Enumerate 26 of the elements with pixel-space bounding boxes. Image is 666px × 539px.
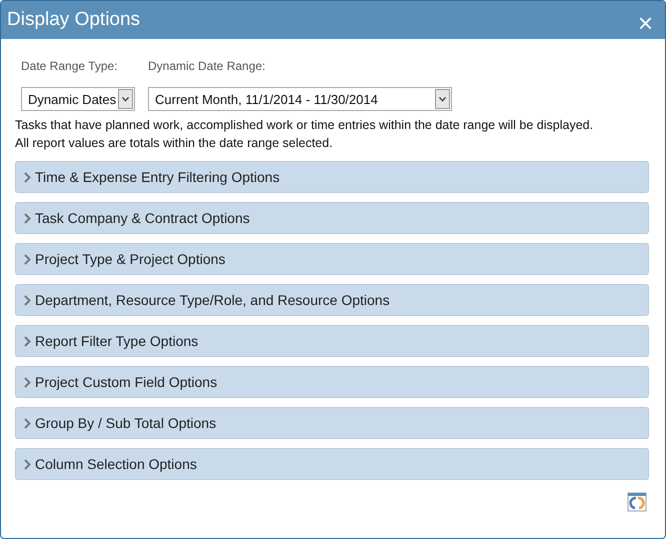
- accordion-header[interactable]: Time & Expense Entry Filtering Options: [15, 161, 649, 193]
- dropdown[interactable]: Current Month, 11/1/2014 - 11/30/2014: [148, 87, 452, 111]
- chevron-icon: [24, 254, 31, 264]
- chevron-icon: [24, 458, 31, 470]
- info-text: All report values are totals within the date range selected.: [15, 135, 334, 152]
- chevron-icon: [24, 336, 31, 346]
- refresh-icon[interactable]: [627, 492, 647, 512]
- caret-icon: [435, 89, 450, 109]
- accordion-header[interactable]: Report Filter Type Options: [15, 325, 649, 357]
- chevron-icon: [24, 376, 31, 388]
- accordion-header[interactable]: Group By / Sub Total Options: [15, 407, 649, 439]
- dropdown[interactable]: Dynamic Dates: [21, 87, 135, 111]
- window-title: Display Options: [7, 9, 140, 31]
- chevron-icon: [24, 294, 31, 306]
- caret-icon: [118, 89, 133, 109]
- accordion-header[interactable]: Department, Resource Type/Role, and Resource Options: [15, 284, 649, 316]
- accordion-header[interactable]: Project Custom Field Options: [15, 366, 649, 398]
- info-text: Tasks that have planned work, accomplished work or time entries within the date range will be displayed.: [15, 117, 594, 134]
- accordion-header[interactable]: Project Type & Project Options: [15, 243, 649, 275]
- field-label: Dynamic Date Range:: [148, 59, 266, 73]
- accordion-header[interactable]: Task Company & Contract Options: [15, 202, 649, 234]
- accordion-header[interactable]: Column Selection Options: [15, 448, 649, 480]
- chevron-icon: [24, 172, 31, 182]
- chevron-icon: [24, 212, 31, 224]
- field-label: Date Range Type:: [21, 59, 119, 73]
- chevron-icon: [24, 418, 31, 428]
